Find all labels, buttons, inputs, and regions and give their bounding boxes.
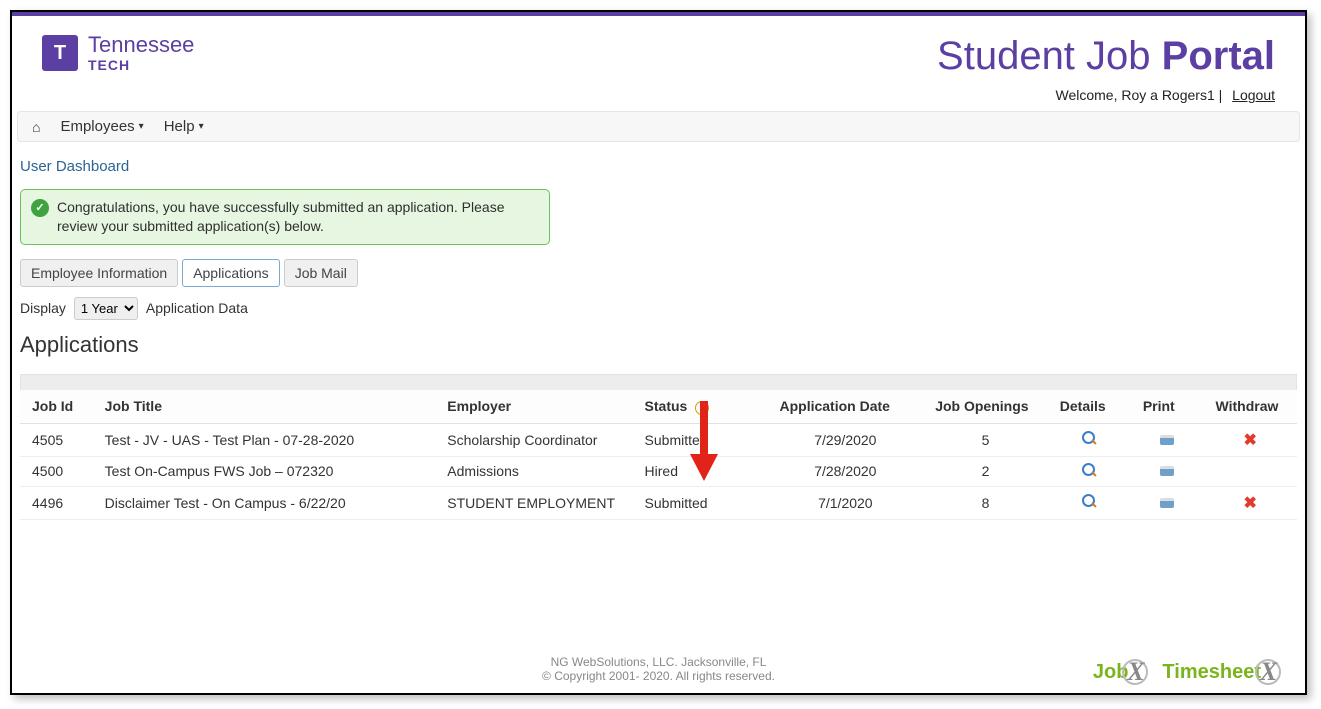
cell-job-title: Test - JV - UAS - Test Plan - 07-28-2020 [93,423,436,456]
printer-icon [1160,435,1174,445]
alert-text: Congratulations, you have successfully s… [57,198,537,236]
col-job-id[interactable]: Job Id [20,390,93,424]
welcome-row: Welcome, Roy a Rogers1 | Logout [12,83,1305,111]
tabs: Employee Information Applications Job Ma… [20,259,1297,287]
magnifier-icon [1082,431,1096,445]
cell-app-date: 7/28/2020 [767,456,923,486]
cell-job-title: Test On-Campus FWS Job – 072320 [93,456,436,486]
printer-icon [1160,466,1174,476]
main-nav: ⌂ Employees ▾ Help ▾ [17,111,1300,142]
cell-job-id: 4505 [20,423,93,456]
cell-withdraw [1204,456,1298,486]
tab-employee-info[interactable]: Employee Information [20,259,178,287]
cell-print[interactable] [1131,423,1204,456]
brand-mark-icon: T [42,35,78,71]
cell-app-date: 7/29/2020 [767,423,923,456]
nav-employees-label: Employees [60,118,134,135]
brand-logo: T Tennessee TECH [42,34,194,72]
nav-home[interactable]: ⌂ [32,119,40,135]
nav-help[interactable]: Help ▾ [164,118,204,135]
cell-status: Submitted [633,486,768,519]
cell-withdraw[interactable]: ✖ [1204,423,1298,456]
home-icon: ⌂ [32,119,40,135]
col-status-label: Status [645,398,688,414]
display-range-select[interactable]: 1 Year [74,297,138,320]
nav-employees[interactable]: Employees ▾ [60,118,143,135]
col-details: Details [1048,390,1131,424]
col-openings[interactable]: Job Openings [923,390,1048,424]
cell-openings: 5 [923,423,1048,456]
tab-applications[interactable]: Applications [182,259,280,287]
breadcrumb[interactable]: User Dashboard [12,154,1305,189]
cell-print[interactable] [1131,486,1204,519]
brand-name: Tennessee [88,34,194,56]
col-employer[interactable]: Employer [435,390,632,424]
magnifier-icon [1082,494,1096,508]
cell-openings: 8 [923,486,1048,519]
timesheetx-text: Timesheet [1162,661,1261,684]
cell-app-date: 7/1/2020 [767,486,923,519]
jobx-logo: JobX [1093,659,1149,685]
cell-openings: 2 [923,456,1048,486]
timesheetx-logo: TimesheetX [1162,659,1281,685]
jobx-x-icon: X [1122,659,1148,685]
cell-job-id: 4496 [20,486,93,519]
table-row: 4496Disclaimer Test - On Campus - 6/22/2… [20,486,1297,519]
welcome-prefix: Welcome, [1055,87,1121,103]
cell-details[interactable] [1048,423,1131,456]
brand-sub: TECH [88,58,194,72]
withdraw-x-icon: ✖ [1244,495,1257,512]
info-icon[interactable]: i [695,401,709,415]
cell-details[interactable] [1048,456,1131,486]
cell-employer: Scholarship Coordinator [435,423,632,456]
applications-table: Job Id Job Title Employer Status i Appli… [20,390,1297,520]
welcome-username: Roy a Rogers1 [1121,87,1214,103]
timesheetx-x-icon: X [1255,659,1281,685]
section-title: Applications [20,332,1297,358]
cell-print[interactable] [1131,456,1204,486]
printer-icon [1160,498,1174,508]
table-header-row: Job Id Job Title Employer Status i Appli… [20,390,1297,424]
logout-link[interactable]: Logout [1232,87,1275,103]
cell-status: Submitted [633,423,768,456]
footer-logos: JobX TimesheetX [1093,659,1281,685]
col-withdraw: Withdraw [1204,390,1298,424]
col-app-date[interactable]: Application Date [767,390,923,424]
portal-title-bold: Portal [1162,34,1275,78]
applications-table-wrap: Job Id Job Title Employer Status i Appli… [20,374,1297,520]
cell-job-title: Disclaimer Test - On Campus - 6/22/20 [93,486,436,519]
cell-status: Hired [633,456,768,486]
table-row: 4505Test - JV - UAS - Test Plan - 07-28-… [20,423,1297,456]
cell-employer: Admissions [435,456,632,486]
tab-job-mail[interactable]: Job Mail [284,259,358,287]
display-filter-row: Display 1 Year Application Data [20,297,1297,320]
chevron-down-icon: ▾ [139,121,144,132]
table-header-bar [20,374,1297,390]
magnifier-icon [1082,463,1096,477]
nav-help-label: Help [164,118,195,135]
col-status[interactable]: Status i [633,390,768,424]
cell-employer: STUDENT EMPLOYMENT [435,486,632,519]
check-circle-icon: ✓ [31,199,49,217]
portal-title: Student Job Portal [937,34,1275,79]
cell-details[interactable] [1048,486,1131,519]
table-row: 4500Test On-Campus FWS Job – 072320Admis… [20,456,1297,486]
welcome-sep: | [1215,87,1226,103]
cell-withdraw[interactable]: ✖ [1204,486,1298,519]
col-print: Print [1131,390,1204,424]
success-alert: ✓ Congratulations, you have successfully… [20,189,550,245]
portal-title-light: Student Job [937,34,1162,78]
withdraw-x-icon: ✖ [1244,432,1257,449]
chevron-down-icon: ▾ [199,121,204,132]
display-label-before: Display [20,300,66,316]
cell-job-id: 4500 [20,456,93,486]
display-label-after: Application Data [146,300,248,316]
col-job-title[interactable]: Job Title [93,390,436,424]
